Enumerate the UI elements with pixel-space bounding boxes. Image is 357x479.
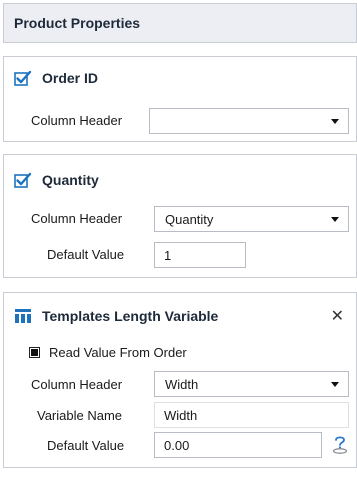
length-variable-panel: Templates Length Variable ✕ Read Value F… [3, 292, 357, 468]
panel-header: Product Properties [3, 3, 357, 43]
checkbox-checked-icon[interactable] [14, 172, 32, 188]
length-variable-title-row: Templates Length Variable [14, 308, 218, 324]
chevron-down-icon [331, 382, 339, 387]
chevron-down-icon [331, 217, 339, 222]
variable-name-value: Width [164, 407, 198, 423]
quantity-title: Quantity [42, 172, 99, 188]
quantity-title-row: Quantity [14, 172, 99, 188]
length-default-value: 0.00 [164, 437, 190, 453]
length-column-header-value: Width [165, 376, 199, 392]
length-default-value-input[interactable]: 0.00 [154, 432, 322, 458]
order-id-column-header-select[interactable] [149, 108, 349, 134]
order-id-title-row: Order ID [14, 70, 98, 86]
length-default-value-label: Default Value [47, 438, 125, 453]
quantity-default-value: 1 [164, 247, 172, 263]
order-id-title: Order ID [42, 70, 99, 86]
variable-name-label: Variable Name [37, 408, 123, 423]
panel-header-title: Product Properties [14, 15, 141, 31]
quantity-column-header-value: Quantity [165, 211, 214, 227]
length-column-header-select[interactable]: Width [154, 371, 349, 397]
template-variable-icon [15, 309, 31, 323]
read-value-label: Read Value From Order [49, 345, 187, 360]
help-icon[interactable] [331, 434, 349, 454]
order-id-panel: Order ID Column Header [3, 56, 357, 142]
order-id-column-header-label: Column Header [31, 113, 123, 128]
quantity-column-header-select[interactable]: Quantity [154, 206, 349, 232]
chevron-down-icon [331, 119, 339, 124]
checkbox-checked-icon[interactable] [14, 70, 32, 86]
length-column-header-label: Column Header [31, 377, 123, 392]
length-variable-title: Templates Length Variable [42, 308, 219, 324]
quantity-default-value-input[interactable]: 1 [154, 242, 246, 268]
close-icon[interactable]: ✕ [331, 306, 344, 326]
variable-name-field: Width [154, 402, 349, 428]
quantity-default-value-label: Default Value [47, 247, 125, 262]
quantity-column-header-label: Column Header [31, 211, 123, 226]
quantity-panel: Quantity Column Header Quantity Default … [3, 154, 357, 278]
read-value-checkbox[interactable] [29, 347, 40, 358]
